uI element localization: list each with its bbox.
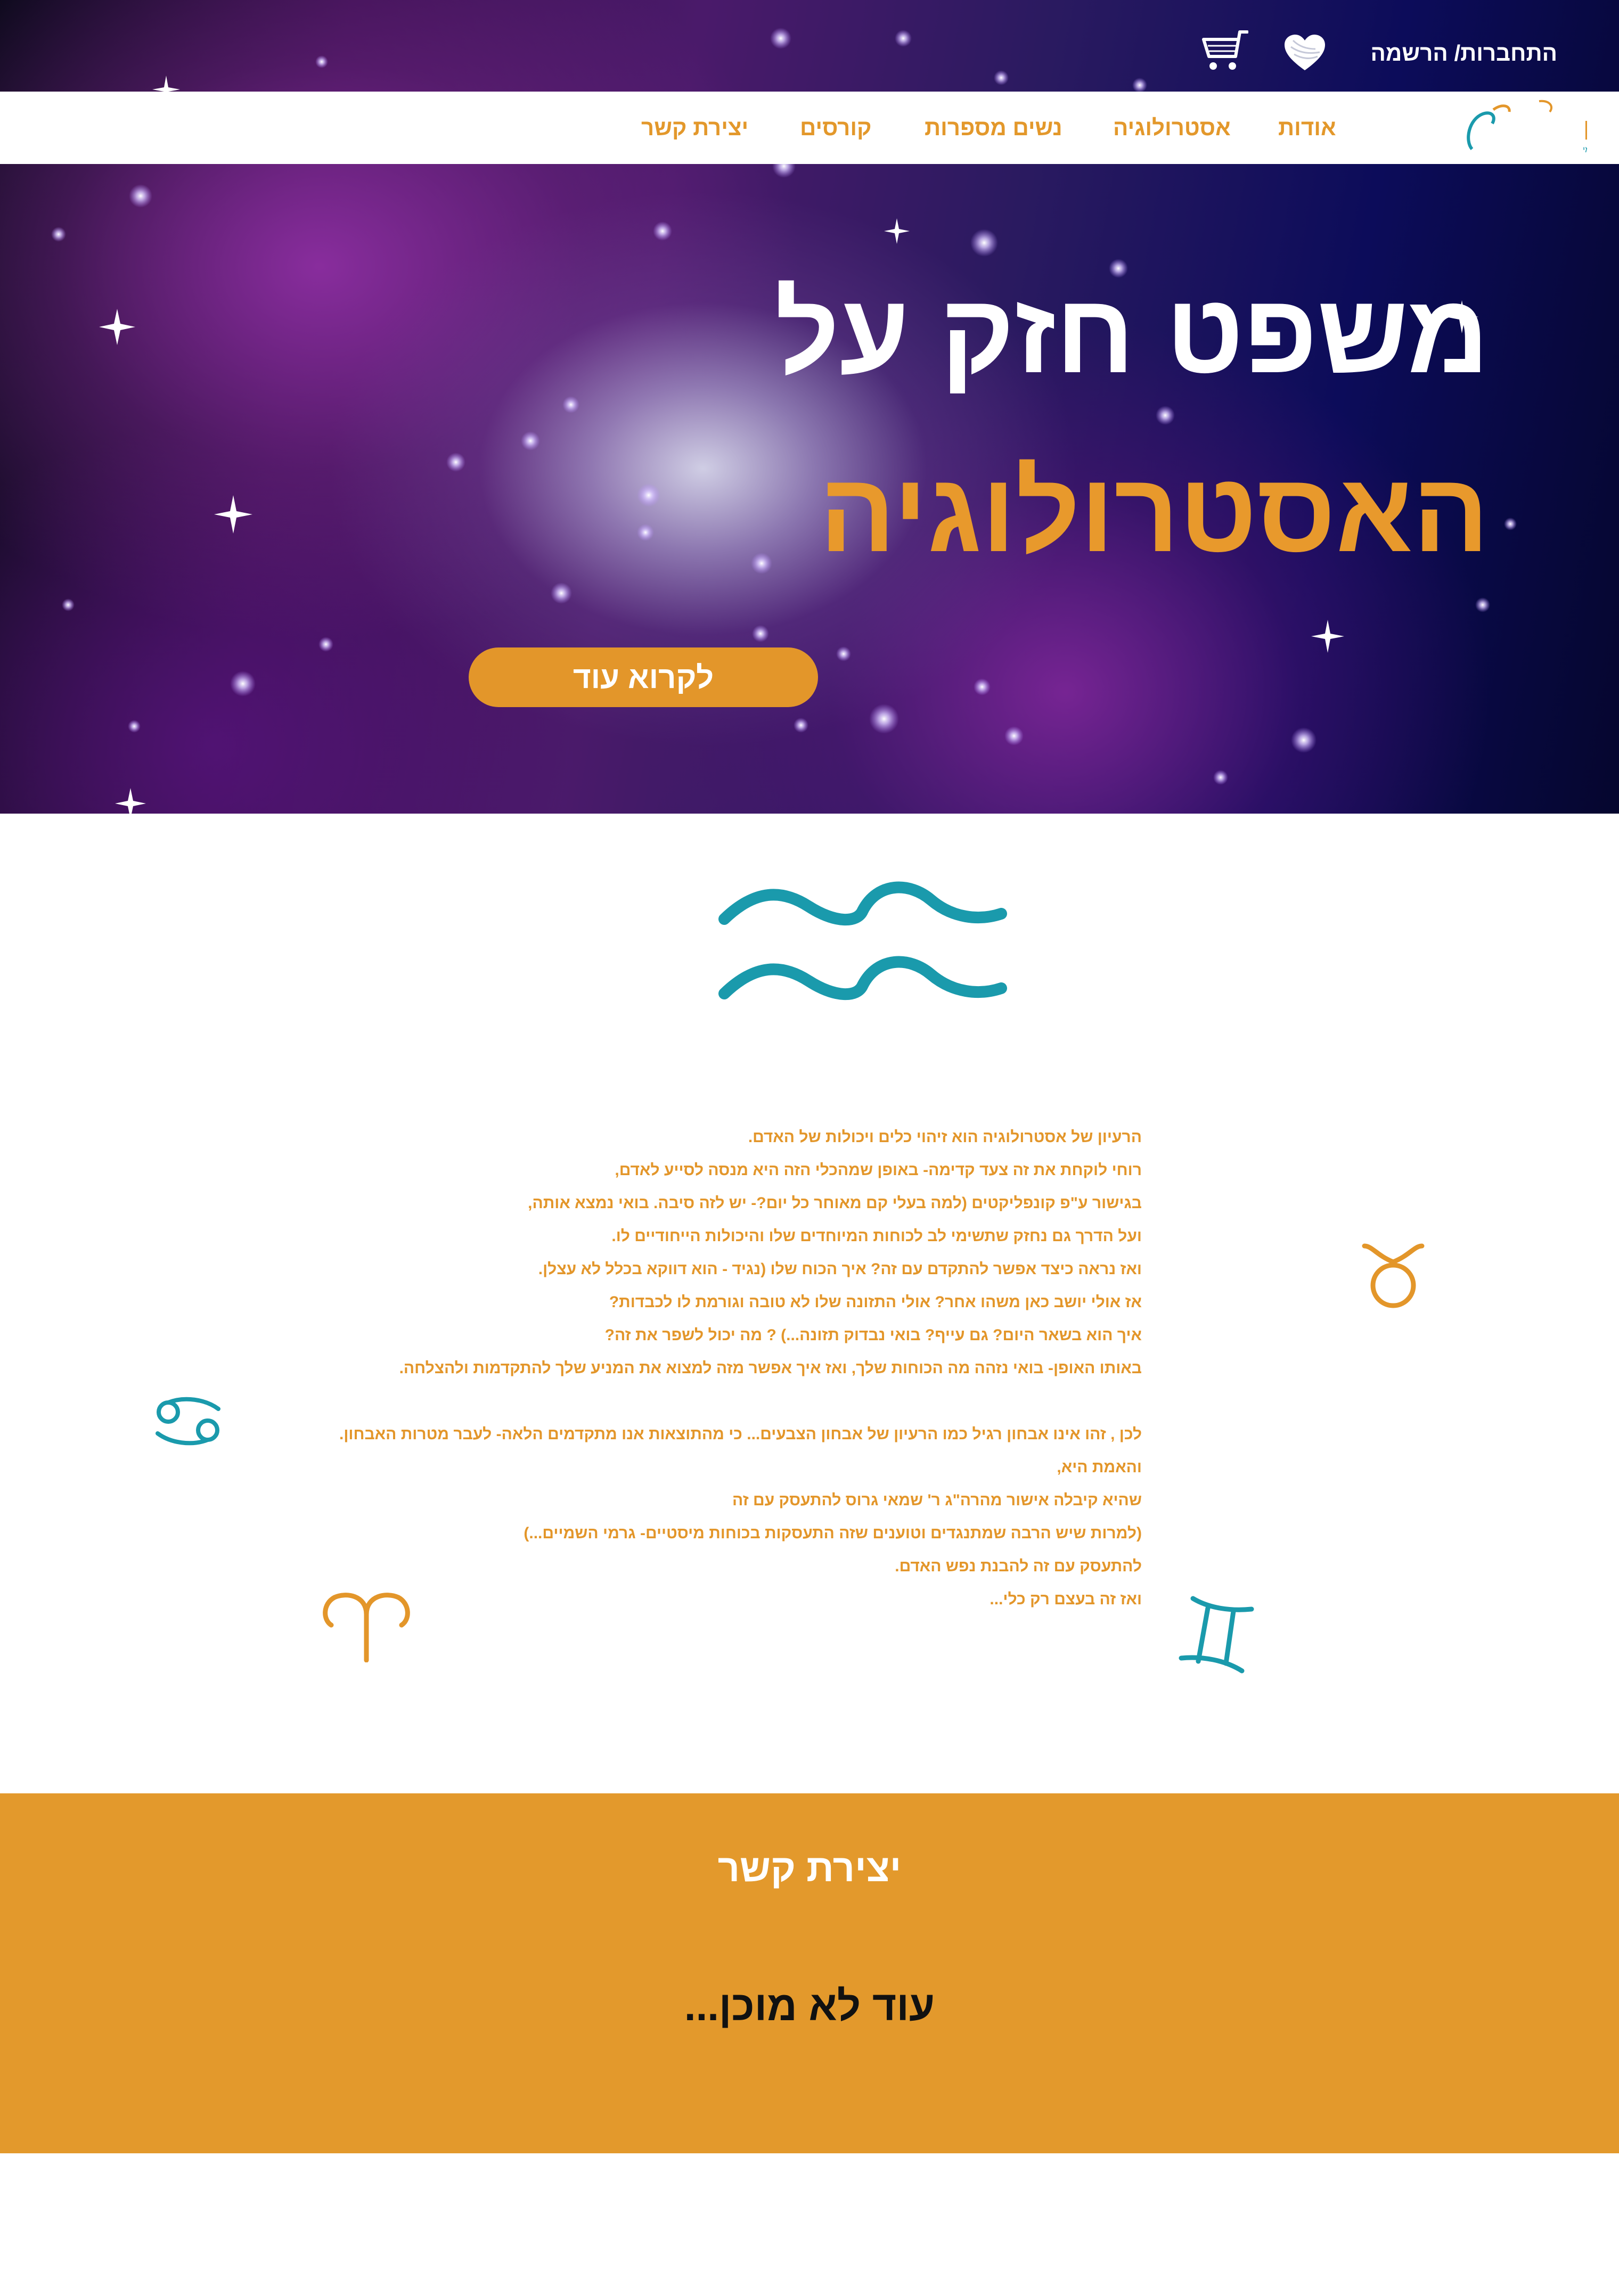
article-line: רוחי לוקחת את זה צעד קדימה- באופן שמהכלי… [615, 1161, 1142, 1179]
svg-text:להתחבר לאור הפנימי: להתחבר לאור הפנימי [1583, 145, 1587, 154]
article-line: לכן , זהו אינו אבחון רגיל כמו הרעיון של … [339, 1425, 1142, 1443]
contact-section: יצירת קשר עוד לא מוכן... [0, 1793, 1619, 2153]
article-line: ואז זה בעצם רק כלי... [990, 1590, 1142, 1608]
hero-title-line1: משפט חזק על [774, 270, 1489, 396]
article-line: ועל הדרך גם נחזק שתשימי לב לכוחות המיוחד… [611, 1227, 1142, 1245]
article-line: ואז נראה כיצד אפשר להתקדם עם זה? איך הכו… [538, 1260, 1142, 1278]
login-register-link[interactable]: התחברות/ הרשמה [1371, 40, 1557, 66]
cancer-icon [156, 1397, 220, 1446]
read-more-button[interactable]: לקרוא עוד [469, 647, 818, 707]
logo-mark: סטארפוטו להתחבר לאור הפנימי [1467, 100, 1619, 154]
article-line: באותו האופן- בואי נזהה מה הכוחות שלך, וא… [399, 1359, 1142, 1377]
article-line: להתעסק עם זה להבנת נפש האדם. [895, 1557, 1142, 1575]
gemini-icon [1179, 1596, 1254, 1674]
nav-about[interactable]: אודות [1278, 115, 1336, 141]
article-text: הרעיון של אסטרולוגיה הוא זיהוי כלים ויכו… [290, 1126, 1142, 1621]
contact-coming-soon: עוד לא מוכן... [684, 1982, 935, 2029]
nav-courses[interactable]: קורסים [800, 115, 872, 141]
aries-icon [323, 1593, 410, 1662]
contact-title: יצירת קשר [717, 1847, 902, 1890]
cart-icon[interactable] [1199, 30, 1248, 72]
top-bar: התחברות/ הרשמה [0, 0, 1619, 92]
article-line: אז אולי יושב כאן משהו אחר? אולי התזונה ש… [609, 1293, 1142, 1311]
heart-icon[interactable] [1282, 33, 1327, 72]
article-line: הרעיון של אסטרולוגיה הוא זיהוי כלים ויכו… [748, 1128, 1142, 1146]
article-line: איך הוא בשאר היום? גם עייף? בואי נבדוק ת… [604, 1326, 1142, 1344]
article-line: והאמת היא, [1057, 1458, 1142, 1476]
svg-text:סטארפוטו: סטארפוטו [1583, 112, 1587, 146]
site-logo[interactable]: סטארפוטו להתחבר לאור הפנימי [1459, 98, 1619, 158]
hero-title-line2: האסטרולוגיה [819, 449, 1489, 575]
nav-astrology[interactable]: אסטרולוגיה [1113, 115, 1231, 141]
article-line: (למרות שיש הרבה שמתנגדים וטוענים שזה התע… [524, 1524, 1142, 1542]
aquarius-icon [718, 881, 1007, 1000]
nav-contact[interactable]: יצירת קשר [641, 115, 748, 141]
taurus-icon [1362, 1243, 1425, 1308]
article-line: שהיא קיבלה אישור מהרה"ג ר' שמאי גרוס להת… [732, 1491, 1142, 1509]
nav-women-tell[interactable]: נשים מספרות [925, 115, 1062, 141]
article-line: בגישור ע"פ קונפליקטים (למה בעלי קם מאוחר… [528, 1194, 1142, 1212]
main-navbar: סטארפוטו להתחבר לאור הפנימי אודות אסטרול… [0, 92, 1619, 164]
